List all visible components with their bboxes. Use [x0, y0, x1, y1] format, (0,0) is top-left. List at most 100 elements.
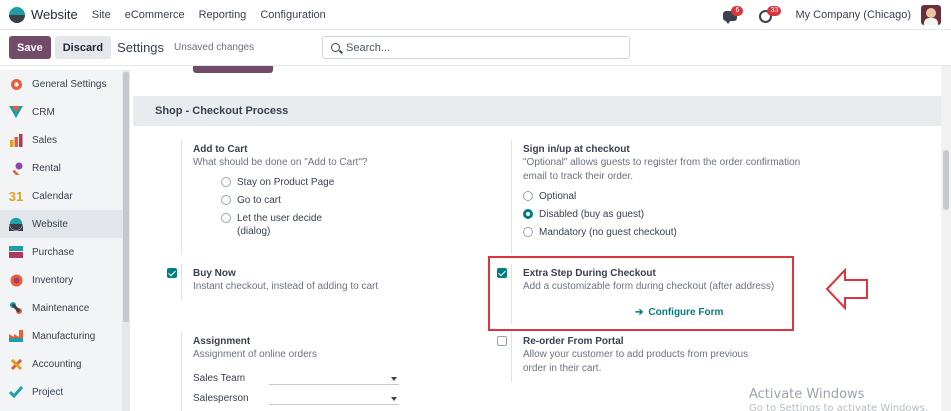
sidebar-item-label: Maintenance	[32, 302, 90, 314]
radio-button[interactable]	[221, 213, 231, 223]
setting-divider	[511, 332, 512, 382]
sales-team-select[interactable]	[269, 371, 399, 385]
sidebar-item-sales[interactable]: Sales	[0, 126, 122, 154]
inventory-icon	[9, 273, 23, 287]
section-title: Shop - Checkout Process	[133, 96, 941, 126]
sidebar-item-manufacturing[interactable]: Manufacturing	[0, 322, 122, 350]
discard-button[interactable]: Discard	[54, 36, 112, 59]
sidebar-item-accounting[interactable]: Accounting	[0, 350, 122, 378]
sidebar-item-maintenance[interactable]: Maintenance	[0, 294, 122, 322]
settings-sidebar: General Settings CRM Sales Rental 31 Cal…	[0, 70, 122, 411]
sidebar-item-label: Accounting	[32, 358, 82, 370]
menu-site[interactable]: Site	[92, 9, 111, 21]
rental-icon	[9, 161, 23, 175]
settings-content: Shop - Checkout Process Add to Cart What…	[133, 66, 941, 411]
sidebar-scroll-thumb[interactable]	[123, 72, 129, 322]
activities-badge: 33	[767, 5, 782, 16]
radio-user-decide[interactable]: Let the user decide (dialog)	[221, 212, 473, 238]
messages-button[interactable]: 6	[723, 5, 744, 24]
company-switcher[interactable]: My Company (Chicago)	[795, 9, 911, 21]
sidebar-item-label: Website	[32, 218, 68, 230]
radio-label: Disabled (buy as guest)	[539, 209, 645, 220]
sidebar-item-general-settings[interactable]: General Settings	[0, 70, 122, 98]
radio-stay-on-page[interactable]: Stay on Product Page	[221, 176, 473, 189]
sidebar-item-crm[interactable]: CRM	[0, 98, 122, 126]
sidebar-item-calendar[interactable]: 31 Calendar	[0, 182, 122, 210]
sidebar-item-label: Purchase	[32, 246, 75, 258]
buy-now-desc: Instant checkout, instead of adding to c…	[193, 281, 379, 292]
accounting-icon	[9, 357, 23, 371]
radio-go-to-cart[interactable]: Go to cart	[221, 194, 473, 207]
unsaved-status: Unsaved changes	[174, 42, 255, 53]
setting-assignment: Assignment Assignment of online orders S…	[193, 335, 473, 408]
setting-add-to-cart: Add to Cart What should be done on "Add …	[193, 143, 473, 238]
systray: 6 33 My Company (Chicago)	[723, 4, 941, 25]
radio-label: Mandatory (no guest checkout)	[539, 227, 677, 238]
content-scrollbar[interactable]	[941, 66, 951, 411]
assignment-fields: Sales Team Salesperson	[193, 368, 473, 408]
sidebar-scrollbar[interactable]	[122, 70, 130, 411]
sidebar-item-inventory[interactable]: Inventory	[0, 266, 122, 294]
signin-options: Optional Disabled (buy as guest) Mandato…	[523, 190, 813, 239]
manufacturing-icon	[9, 329, 23, 343]
general-settings-icon	[9, 77, 23, 91]
calendar-icon: 31	[8, 188, 24, 204]
app-logo[interactable]: Website	[9, 6, 92, 23]
maintenance-icon	[9, 301, 23, 315]
search-icon	[331, 43, 340, 52]
radio-label: Optional	[539, 191, 577, 202]
sidebar-item-rental[interactable]: Rental	[0, 154, 122, 182]
setting-signin-checkout: Sign in/up at checkout "Optional" allows…	[523, 143, 813, 239]
website-icon	[9, 217, 23, 231]
radio-label: Stay on Product Page	[237, 177, 335, 188]
radio-optional[interactable]: Optional	[523, 190, 813, 203]
project-icon	[9, 385, 23, 399]
sidebar-item-website[interactable]: Website	[0, 210, 122, 238]
signin-title: Sign in/up at checkout	[523, 144, 630, 155]
assignment-title: Assignment	[193, 336, 251, 347]
setting-divider	[181, 140, 182, 254]
radio-button[interactable]	[523, 227, 533, 237]
add-to-cart-title: Add to Cart	[193, 144, 248, 155]
menu-configuration[interactable]: Configuration	[260, 9, 325, 21]
radio-label: Go to cart	[237, 195, 281, 206]
radio-mandatory[interactable]: Mandatory (no guest checkout)	[523, 226, 813, 239]
activities-button[interactable]: 33	[759, 5, 782, 23]
radio-button[interactable]	[221, 177, 231, 187]
sidebar-item-label: Manufacturing	[32, 330, 96, 342]
setting-buy-now: Buy Now Instant checkout, instead of add…	[193, 267, 473, 294]
sidebar-item-label: Rental	[32, 162, 61, 174]
search-input[interactable]	[346, 41, 616, 54]
menu-ecommerce[interactable]: eCommerce	[125, 9, 185, 21]
radio-disabled[interactable]: Disabled (buy as guest)	[523, 208, 813, 221]
sidebar-item-label: General Settings	[32, 78, 107, 90]
radio-button[interactable]	[523, 191, 533, 201]
add-to-cart-desc: What should be done on "Add to Cart"?	[193, 157, 368, 168]
sidebar-item-label: Sales	[32, 134, 58, 146]
radio-button[interactable]	[221, 195, 231, 205]
search-box[interactable]	[322, 36, 630, 59]
buy-now-title: Buy Now	[193, 268, 236, 279]
sidebar-item-project[interactable]: Project	[0, 378, 122, 406]
user-avatar[interactable]	[921, 4, 941, 25]
radio-button-selected[interactable]	[523, 209, 533, 219]
salesperson-row: Salesperson	[193, 388, 473, 408]
app-title[interactable]: Website	[31, 7, 78, 22]
sidebar-item-label: CRM	[32, 106, 55, 118]
sidebar-item-label: Project	[32, 386, 64, 398]
setting-divider	[181, 264, 182, 300]
sales-icon	[9, 133, 23, 147]
activation-watermark-sub: Go to Settings to activate Windows.	[749, 403, 929, 411]
buy-now-checkbox[interactable]	[167, 268, 177, 278]
menu-reporting[interactable]: Reporting	[199, 9, 247, 21]
sidebar-item-purchase[interactable]: Purchase	[0, 238, 122, 266]
content-scroll-thumb[interactable]	[943, 150, 949, 210]
previous-section-button[interactable]	[193, 66, 273, 73]
highlight-box	[488, 256, 794, 331]
reorder-checkbox[interactable]	[497, 336, 507, 346]
setting-divider	[181, 332, 182, 411]
control-panel: Save Discard Settings Unsaved changes	[0, 30, 951, 66]
radio-label: Let the user decide (dialog)	[237, 213, 323, 237]
save-button[interactable]: Save	[9, 36, 51, 59]
salesperson-select[interactable]	[269, 391, 399, 405]
